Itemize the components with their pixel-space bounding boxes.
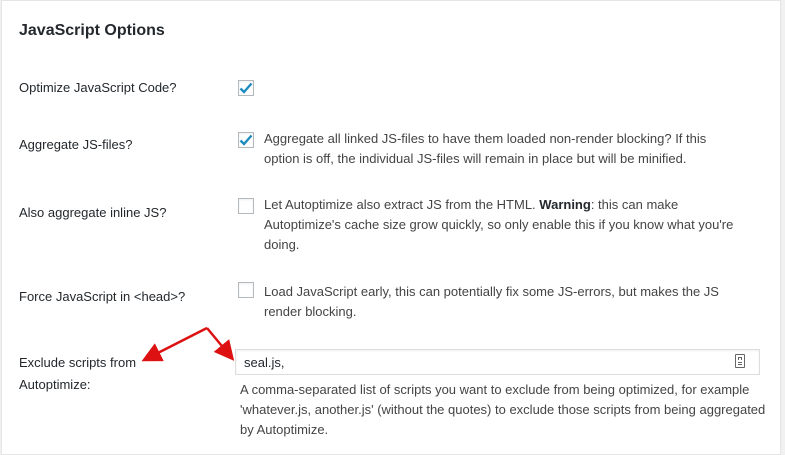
aggregate-js-description: Aggregate all linked JS-files to have th…	[264, 131, 707, 166]
aggregate-js-label: Aggregate JS-files?	[19, 137, 133, 152]
inline-js-warning: Warning	[539, 197, 591, 212]
checkmark-icon	[239, 134, 253, 146]
force-js-head-description: Load JavaScript early, this can potentia…	[264, 284, 719, 319]
exclude-scripts-label: Exclude scripts from Autoptimize:	[19, 355, 137, 392]
contact-card-icon[interactable]	[735, 354, 745, 368]
optimize-js-checkbox[interactable]	[238, 80, 254, 96]
exclude-scripts-input[interactable]	[235, 349, 760, 375]
javascript-options-panel: JavaScript Options Optimize JavaScript C…	[1, 0, 781, 455]
aggregate-js-checkbox[interactable]	[238, 132, 254, 148]
optimize-js-label: Optimize JavaScript Code?	[19, 80, 177, 95]
inline-js-desc-before: Let Autoptimize also extract JS from the…	[264, 197, 536, 212]
inline-js-label: Also aggregate inline JS?	[19, 205, 167, 220]
inline-js-checkbox[interactable]	[238, 198, 254, 214]
checkmark-icon	[239, 82, 253, 94]
panel-title: JavaScript Options	[19, 22, 165, 39]
inline-js-description: Let Autoptimize also extract JS from the…	[264, 195, 744, 255]
force-js-head-label: Force JavaScript in <head>?	[19, 289, 186, 304]
exclude-scripts-help: A comma-separated list of scripts you wa…	[240, 382, 766, 437]
force-js-head-checkbox[interactable]	[238, 282, 254, 298]
